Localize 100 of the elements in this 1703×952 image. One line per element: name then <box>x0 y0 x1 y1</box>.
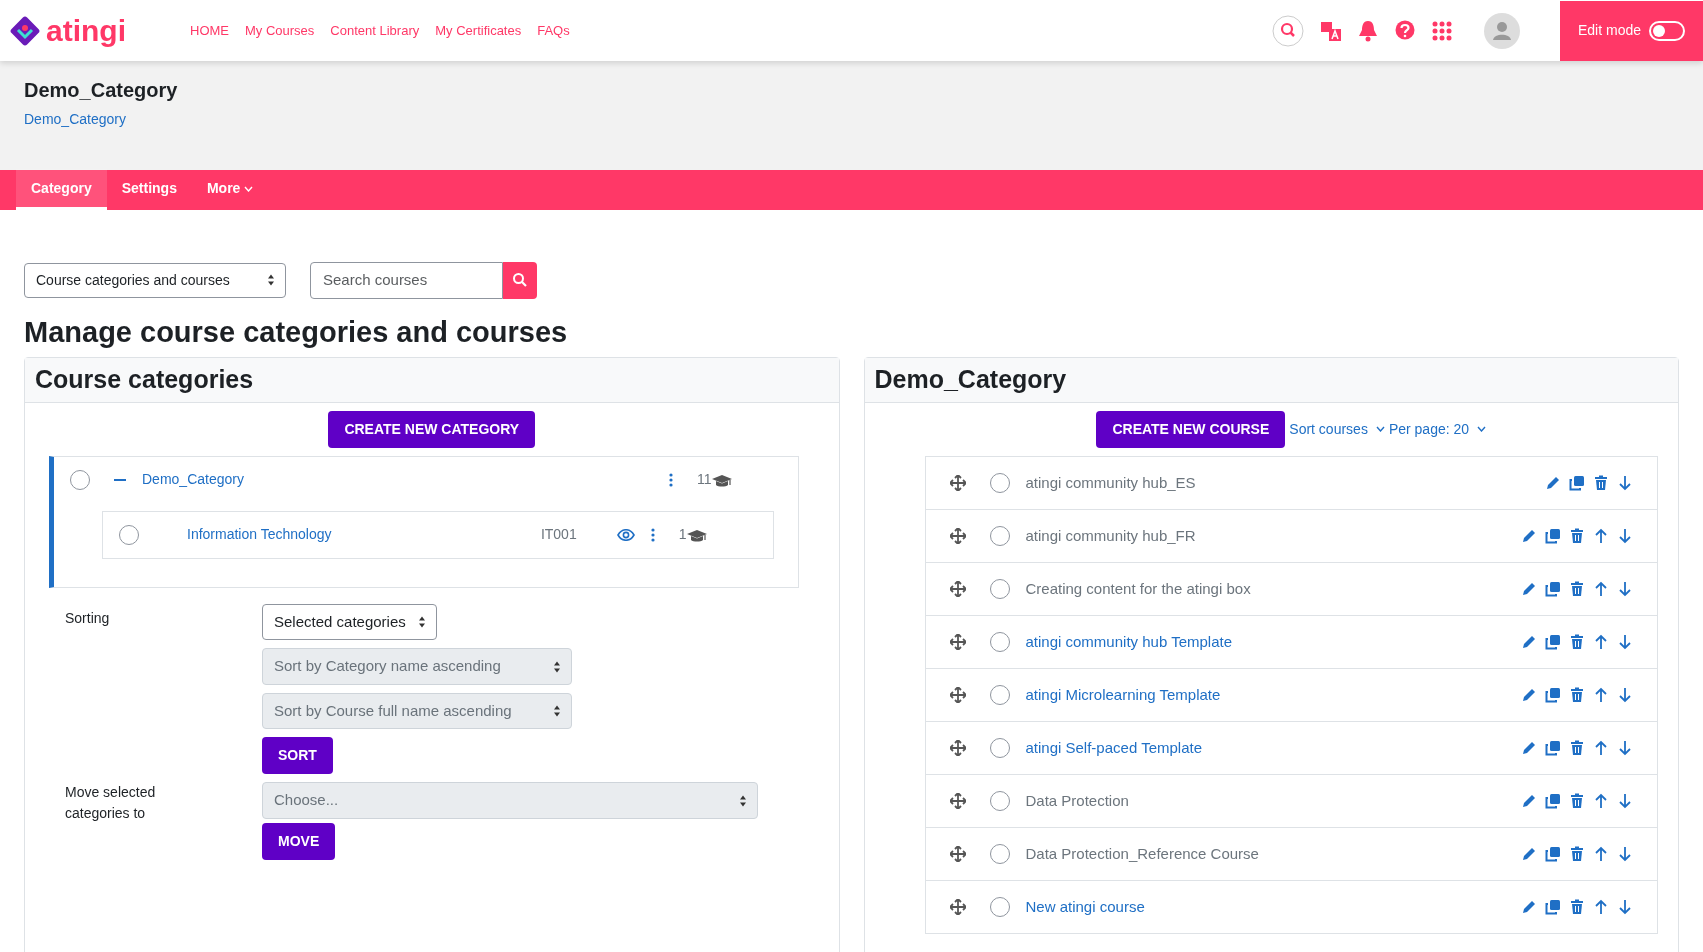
tab[interactable]: More <box>191 169 269 210</box>
avatar-icon[interactable] <box>1484 12 1520 49</box>
course-list-item[interactable]: Data Protection_Reference Course <box>925 827 1657 881</box>
move-up-icon[interactable] <box>1593 580 1609 597</box>
edit-icon[interactable] <box>1521 898 1537 915</box>
delete-icon[interactable] <box>1569 898 1585 915</box>
tab[interactable]: Settings <box>106 169 192 210</box>
copy-icon[interactable] <box>1545 633 1561 650</box>
sort-courses-dropdown[interactable]: Sort courses <box>1289 418 1385 440</box>
delete-icon[interactable] <box>1569 686 1585 703</box>
edit-icon[interactable] <box>1521 845 1537 862</box>
edit-mode-switch[interactable] <box>1649 20 1685 41</box>
course-list-item[interactable]: atingi community hub_FR <box>925 509 1657 563</box>
move-up-icon[interactable] <box>1593 739 1609 756</box>
edit-icon[interactable] <box>1521 739 1537 756</box>
copy-icon[interactable] <box>1545 792 1561 809</box>
create-course-button[interactable]: CREATE NEW COURSE <box>1096 410 1286 448</box>
delete-icon[interactable] <box>1593 474 1609 491</box>
move-up-icon[interactable] <box>1593 898 1609 915</box>
kebab-menu-icon[interactable] <box>668 472 673 487</box>
delete-icon[interactable] <box>1569 633 1585 650</box>
delete-icon[interactable] <box>1569 739 1585 756</box>
edit-icon[interactable] <box>1521 527 1537 544</box>
breadcrumb-link[interactable]: Demo_Category <box>24 109 126 130</box>
move-down-icon[interactable] <box>1617 580 1633 597</box>
move-handle-icon[interactable] <box>949 898 966 915</box>
brand-name[interactable]: atingi <box>46 15 126 46</box>
course-list-item[interactable]: atingi community hub_ES <box>925 456 1657 510</box>
per-page-dropdown[interactable]: Per page: 20 <box>1388 418 1487 440</box>
move-handle-icon[interactable] <box>949 474 966 491</box>
move-button[interactable]: MOVE <box>262 822 336 860</box>
caret-icon[interactable] <box>244 185 254 192</box>
search-button[interactable] <box>1272 14 1304 47</box>
edit-icon[interactable] <box>1545 474 1561 491</box>
delete-icon[interactable] <box>1569 527 1585 544</box>
eye-icon[interactable] <box>616 528 635 541</box>
apps-grid-icon[interactable] <box>1432 20 1452 41</box>
move-down-icon[interactable] <box>1617 527 1633 544</box>
copy-icon[interactable] <box>1569 474 1585 491</box>
course-sort-select[interactable]: Sort by Course full name ascending <box>262 692 572 730</box>
course-link[interactable]: atingi community hub_FR <box>1025 524 1196 548</box>
nav-link[interactable]: HOME <box>190 20 229 41</box>
move-up-icon[interactable] <box>1593 686 1609 703</box>
move-handle-icon[interactable] <box>949 580 966 597</box>
nav-link[interactable]: My Courses <box>245 20 315 41</box>
search-button[interactable] <box>503 262 537 299</box>
course-link[interactable]: atingi Microlearning Template <box>1025 683 1221 707</box>
nav-link[interactable]: My Certificates <box>435 20 522 41</box>
move-up-icon[interactable] <box>1593 792 1609 809</box>
edit-icon[interactable] <box>1521 686 1537 703</box>
copy-icon[interactable] <box>1545 527 1561 544</box>
kebab-menu-icon[interactable] <box>650 527 655 542</box>
move-handle-icon[interactable] <box>949 633 966 650</box>
sort-button[interactable]: SORT <box>262 737 333 775</box>
move-down-icon[interactable] <box>1617 845 1633 862</box>
category-link[interactable]: Information Technology <box>187 524 332 546</box>
copy-icon[interactable] <box>1545 580 1561 597</box>
course-list-item[interactable]: atingi community hub Template <box>925 615 1657 669</box>
move-down-icon[interactable] <box>1617 898 1633 915</box>
move-handle-icon[interactable] <box>949 739 966 756</box>
course-list-item[interactable]: atingi Self-paced Template <box>925 721 1657 775</box>
move-up-icon[interactable] <box>1593 845 1609 862</box>
course-link[interactable]: atingi community hub Template <box>1025 630 1232 654</box>
move-up-icon[interactable] <box>1593 633 1609 650</box>
course-list-item[interactable]: New atingi course <box>925 880 1657 934</box>
help-icon[interactable] <box>1394 19 1416 42</box>
course-list-item[interactable]: Data Protection <box>925 774 1657 828</box>
move-down-icon[interactable] <box>1617 686 1633 703</box>
course-link[interactable]: atingi Self-paced Template <box>1025 736 1202 760</box>
copy-icon[interactable] <box>1545 739 1561 756</box>
move-handle-icon[interactable] <box>949 686 966 703</box>
course-link[interactable]: Data Protection_Reference Course <box>1025 842 1259 866</box>
search-field[interactable]: Search courses <box>310 262 503 299</box>
course-list-item[interactable]: atingi Microlearning Template <box>925 668 1657 722</box>
tab[interactable]: Category <box>16 169 107 210</box>
scope-select[interactable]: Selected categories <box>262 603 437 641</box>
move-target-select[interactable]: Choose... <box>262 782 758 819</box>
course-link[interactable]: Creating content for the atingi box <box>1025 577 1251 601</box>
course-link[interactable]: atingi community hub_ES <box>1025 471 1196 495</box>
translate-icon[interactable] <box>1320 19 1342 42</box>
edit-icon[interactable] <box>1521 580 1537 597</box>
delete-icon[interactable] <box>1569 792 1585 809</box>
move-down-icon[interactable] <box>1617 633 1633 650</box>
move-handle-icon[interactable] <box>949 527 966 544</box>
nav-link[interactable]: Content Library <box>330 20 420 41</box>
category-link[interactable]: Demo_Category <box>142 469 244 491</box>
delete-icon[interactable] <box>1569 845 1585 862</box>
copy-icon[interactable] <box>1545 686 1561 703</box>
course-list-item[interactable]: Creating content for the atingi box <box>925 562 1657 616</box>
view-select[interactable]: Course categories and courses <box>24 262 286 298</box>
create-category-button[interactable]: CREATE NEW CATEGORY <box>328 410 536 448</box>
edit-icon[interactable] <box>1521 792 1537 809</box>
edit-icon[interactable] <box>1521 633 1537 650</box>
move-handle-icon[interactable] <box>949 845 966 862</box>
copy-icon[interactable] <box>1545 845 1561 862</box>
nav-link[interactable]: FAQs <box>537 20 570 41</box>
category-sort-select[interactable]: Sort by Category name ascending <box>262 648 572 685</box>
move-down-icon[interactable] <box>1617 792 1633 809</box>
move-down-icon[interactable] <box>1617 474 1633 491</box>
move-handle-icon[interactable] <box>949 792 966 809</box>
